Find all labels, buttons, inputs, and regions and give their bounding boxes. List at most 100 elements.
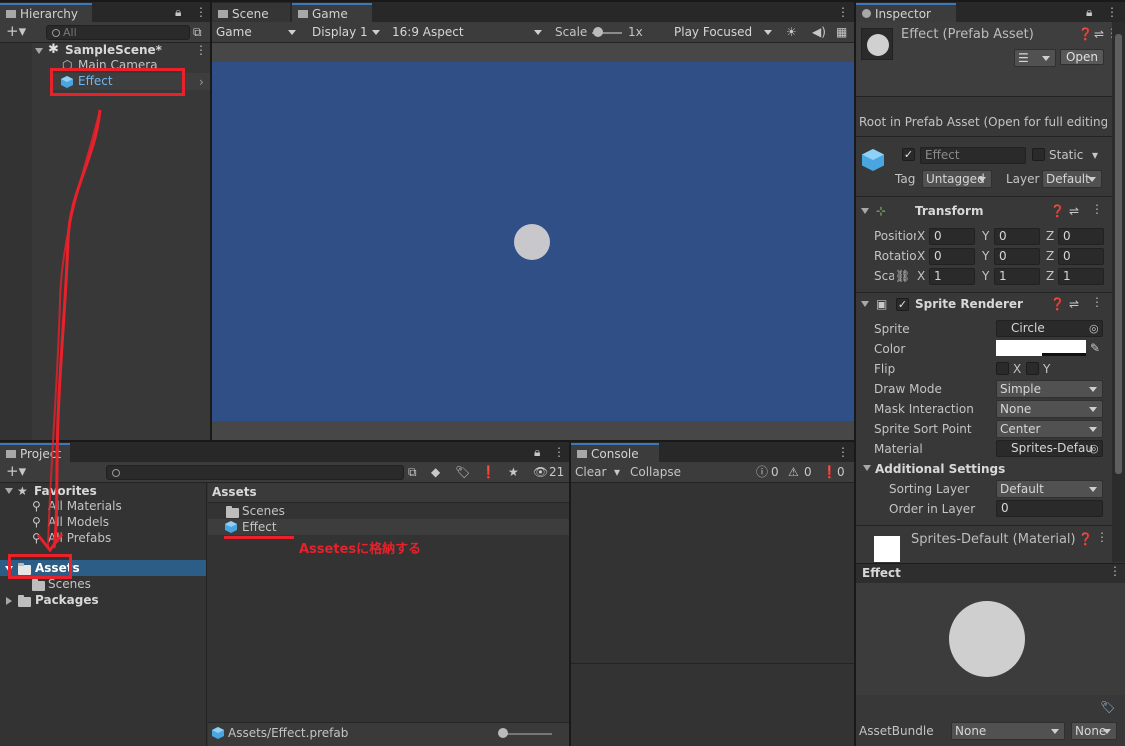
log-filter-icon[interactable]: ⓘ [756, 466, 768, 478]
additional-settings-fold-icon[interactable] [863, 465, 871, 471]
name-field[interactable]: Effect [920, 147, 1026, 164]
asset-title: Effect (Prefab Asset) [901, 27, 1034, 42]
tag-dropdown[interactable]: Untagged [922, 170, 992, 188]
clear-options-icon[interactable]: ▾ [614, 466, 620, 478]
tab-console[interactable]: Console [571, 443, 659, 462]
audio-icon[interactable]: ◀) [812, 26, 826, 38]
static-dropdown-icon[interactable]: ▾ [1092, 149, 1098, 161]
flip-x-checkbox[interactable] [996, 362, 1009, 375]
sprite-renderer-title: Sprite Renderer [915, 297, 1023, 311]
project-lock-icon[interactable]: 🔒︎ [534, 446, 540, 458]
static-checkbox[interactable] [1032, 148, 1045, 161]
game-view[interactable] [212, 62, 854, 421]
scale-y-field[interactable]: 1 [994, 268, 1040, 285]
flip-x-label: X [1013, 362, 1022, 376]
sprite-picker-icon[interactable]: ◎ [1089, 323, 1099, 335]
draw-mode-dropdown[interactable]: Simple [996, 380, 1103, 398]
collapse-button[interactable]: Collapse [630, 465, 681, 479]
position-x-field[interactable]: 0 [929, 228, 975, 245]
game-menu-icon[interactable]: ⋮ [837, 5, 849, 19]
transform-menu-icon[interactable]: ⋮ [1091, 202, 1103, 216]
transform-preset-icon[interactable]: ⇌ [1069, 205, 1079, 217]
filter-type-icon[interactable]: ◆ [431, 466, 440, 478]
sprite-field[interactable]: Circle [996, 320, 1103, 337]
sprite-sort-point-dropdown[interactable]: Center [996, 420, 1103, 438]
inspector-scrollbar[interactable] [1112, 22, 1125, 562]
layer-dropdown[interactable]: Default [1042, 170, 1102, 188]
mask-interaction-dropdown[interactable]: None [996, 400, 1103, 418]
preview-menu-icon[interactable]: ⋮ [1109, 564, 1121, 578]
open-button[interactable]: Open [1060, 49, 1104, 65]
scale-x-field[interactable]: 1 [929, 268, 975, 285]
inspector-lock-icon[interactable]: 🔒︎ [1086, 6, 1092, 18]
eyedropper-icon[interactable]: ✎ [1090, 342, 1100, 354]
tab-game[interactable]: Game [292, 3, 372, 22]
additional-settings-title[interactable]: Additional Settings [875, 462, 1005, 476]
link-scale-icon[interactable]: ⛓ [895, 270, 910, 282]
project-menu-icon[interactable]: ⋮ [553, 445, 565, 459]
aspect-dropdown[interactable]: 16:9 Aspect [388, 23, 548, 41]
console-toolbar: Clear ▾ Collapse ⓘ 0 ⚠ 0 ❗ 0 [571, 462, 854, 483]
transform-fold-icon[interactable] [861, 208, 869, 214]
position-y-field[interactable]: 0 [994, 228, 1040, 245]
hidden-eye-icon[interactable]: 👁︎ [533, 466, 548, 478]
search-scope-icon[interactable]: ⧉ [408, 466, 417, 478]
material-field[interactable]: Sprites-Defau [996, 440, 1103, 457]
play-mode-dropdown[interactable]: Play Focused [670, 23, 778, 41]
rotation-label: Rotation [874, 249, 916, 263]
flip-y-checkbox[interactable] [1026, 362, 1039, 375]
scale-z-field[interactable]: 1 [1058, 268, 1104, 285]
scale-slider-thumb[interactable] [593, 27, 603, 37]
flip-y-label: Y [1043, 362, 1051, 376]
material-menu-icon[interactable]: ⋮ [1096, 530, 1108, 544]
hidden-count: 21 [549, 465, 565, 479]
order-in-layer-field[interactable]: 0 [996, 500, 1103, 517]
warning-filter-icon[interactable]: ⚠ [788, 466, 799, 478]
sprite-value: Circle [1011, 321, 1045, 335]
material-title: Sprites-Default (Material) [911, 532, 1076, 547]
rotation-x-field[interactable]: 0 [929, 248, 975, 265]
sorting-layer-dropdown[interactable]: Default [996, 480, 1103, 498]
tab-inspector[interactable]: Inspector [856, 3, 956, 22]
console-log-area[interactable] [571, 484, 854, 664]
favorite-star-icon[interactable]: ★ [508, 466, 519, 478]
rotation-z-field[interactable]: 0 [1058, 248, 1104, 265]
rotation-y-field[interactable]: 0 [994, 248, 1040, 265]
assetbundle-dropdown[interactable]: None [951, 722, 1065, 740]
console-detail-area[interactable] [571, 665, 854, 746]
sprite-renderer-fold-icon[interactable] [861, 301, 869, 307]
sprite-renderer-enabled-checkbox[interactable]: ✓ [896, 298, 909, 311]
clear-button[interactable]: Clear [575, 465, 606, 479]
warning-filter-icon[interactable]: ❗ [481, 466, 496, 478]
display-dropdown[interactable]: Display 1 [308, 23, 386, 41]
sprite-renderer-help-icon[interactable]: ❓ [1050, 298, 1065, 310]
stats-icon[interactable]: ▦ [836, 26, 847, 38]
overrides-dropdown[interactable]: ☰ [1014, 49, 1056, 67]
material-picker-icon[interactable]: ◎ [1089, 443, 1099, 455]
preview-circle [949, 601, 1025, 677]
game-tabbar: Scene Game ⋮ [212, 2, 854, 22]
transform-help-icon[interactable]: ❓ [1050, 205, 1065, 217]
inspector-scrollbar-thumb[interactable] [1115, 34, 1122, 474]
console-menu-icon[interactable]: ⋮ [837, 445, 849, 459]
settings-icon[interactable]: ⇌ [1094, 28, 1104, 40]
bug-icon[interactable]: ☀ [786, 26, 797, 38]
label-tag-icon[interactable]: 🏷︎ [1100, 701, 1115, 713]
icon-size-slider-thumb[interactable] [498, 728, 508, 738]
sprite-renderer-preset-icon[interactable]: ⇌ [1069, 298, 1079, 310]
circle-sprite [514, 224, 550, 260]
game-panel: Scene Game ⋮ Game Display 1 16:9 Aspect … [212, 2, 854, 440]
position-z-field[interactable]: 0 [1058, 228, 1104, 245]
assetbundle-variant-dropdown[interactable]: None [1071, 722, 1117, 740]
color-alpha-bar [996, 353, 1086, 356]
material-help-icon[interactable]: ❓ [1078, 533, 1093, 545]
active-checkbox[interactable]: ✓ [902, 148, 915, 161]
inspector-menu-icon[interactable]: ⋮ [1106, 5, 1118, 19]
transform-icon: ⊹ [876, 204, 887, 218]
error-filter-icon[interactable]: ❗ [822, 466, 837, 478]
filter-label-icon[interactable]: 🏷︎ [455, 466, 470, 478]
help-icon[interactable]: ❓ [1078, 28, 1093, 40]
sprite-renderer-menu-icon[interactable]: ⋮ [1091, 295, 1103, 309]
scale-label: Scale [555, 25, 588, 39]
position-y-axis: Y [982, 229, 990, 243]
